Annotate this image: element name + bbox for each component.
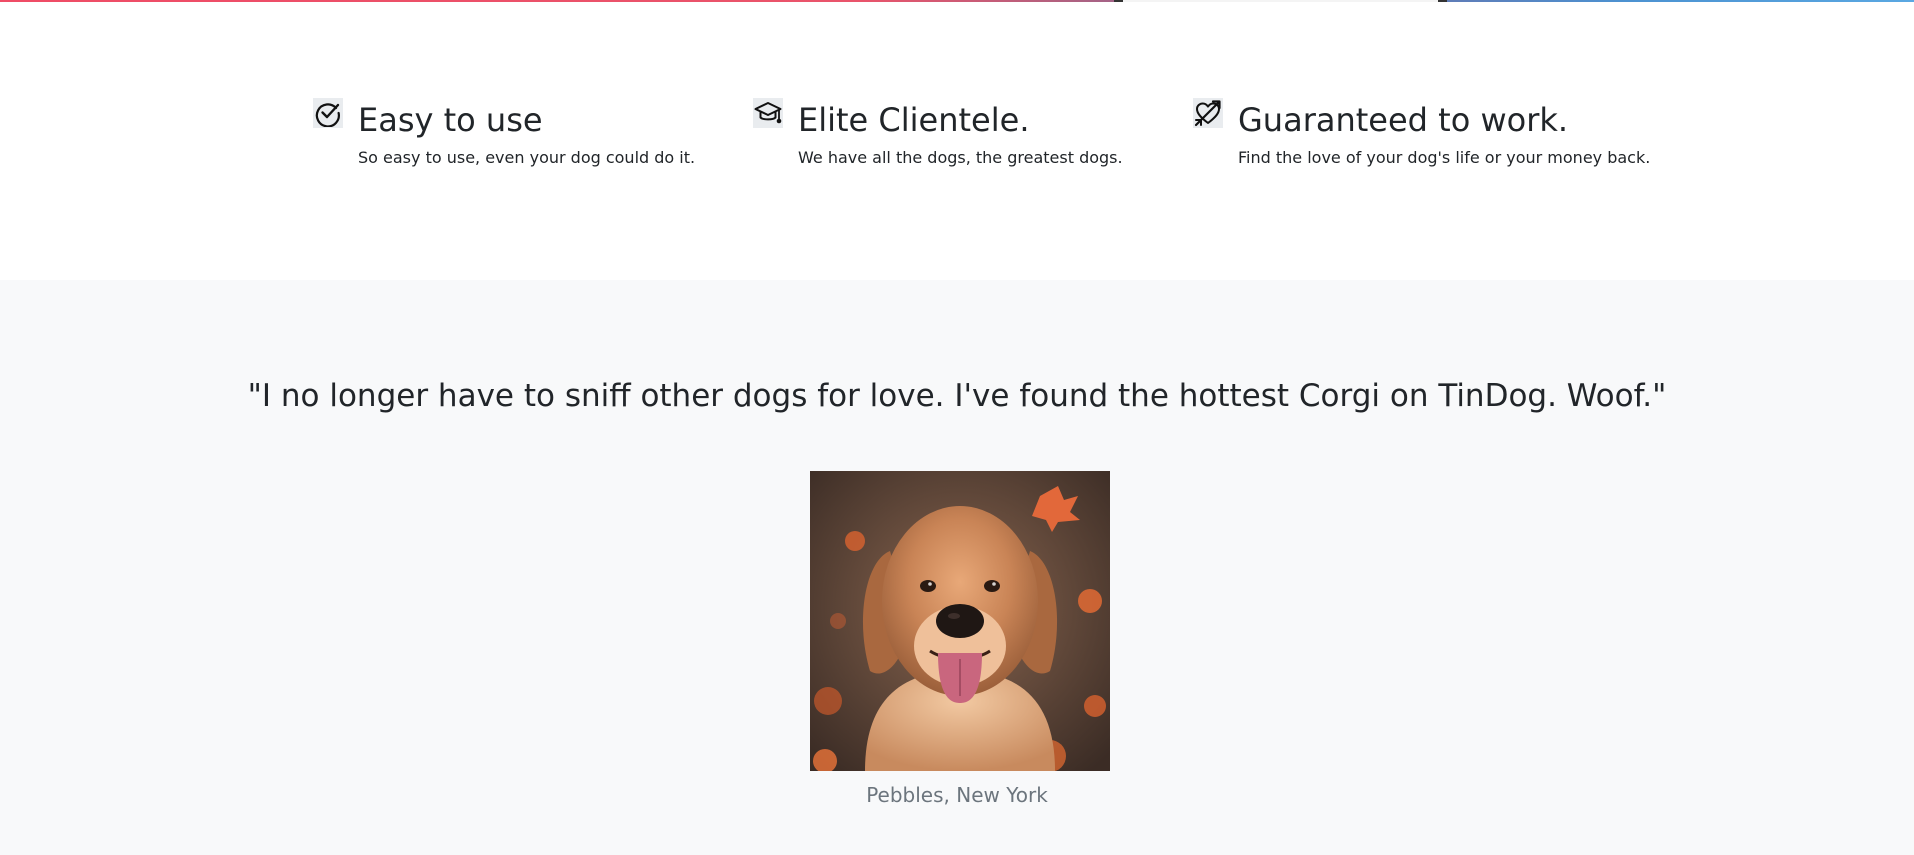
feature-title: Elite Clientele.: [798, 101, 1030, 139]
testimonial-caption: Pebbles, New York: [866, 783, 1048, 807]
heart-arrow-icon: [1193, 98, 1223, 128]
testimonial-quote: "I no longer have to sniff other dogs fo…: [247, 378, 1667, 414]
graduation-cap-icon: [753, 98, 783, 128]
feature-text: Find the love of your dog's life or your…: [1238, 148, 1651, 167]
features-section: Easy to use So easy to use, even your do…: [0, 2, 1914, 280]
check-circle-icon: [313, 98, 343, 128]
feature-text: We have all the dogs, the greatest dogs.: [798, 148, 1123, 167]
dog-photo: [810, 471, 1110, 771]
feature-title: Easy to use: [358, 101, 543, 139]
feature-text: So easy to use, even your dog could do i…: [358, 148, 696, 167]
feature-title: Guaranteed to work.: [1238, 101, 1569, 139]
testimonial-section: "I no longer have to sniff other dogs fo…: [0, 280, 1914, 855]
